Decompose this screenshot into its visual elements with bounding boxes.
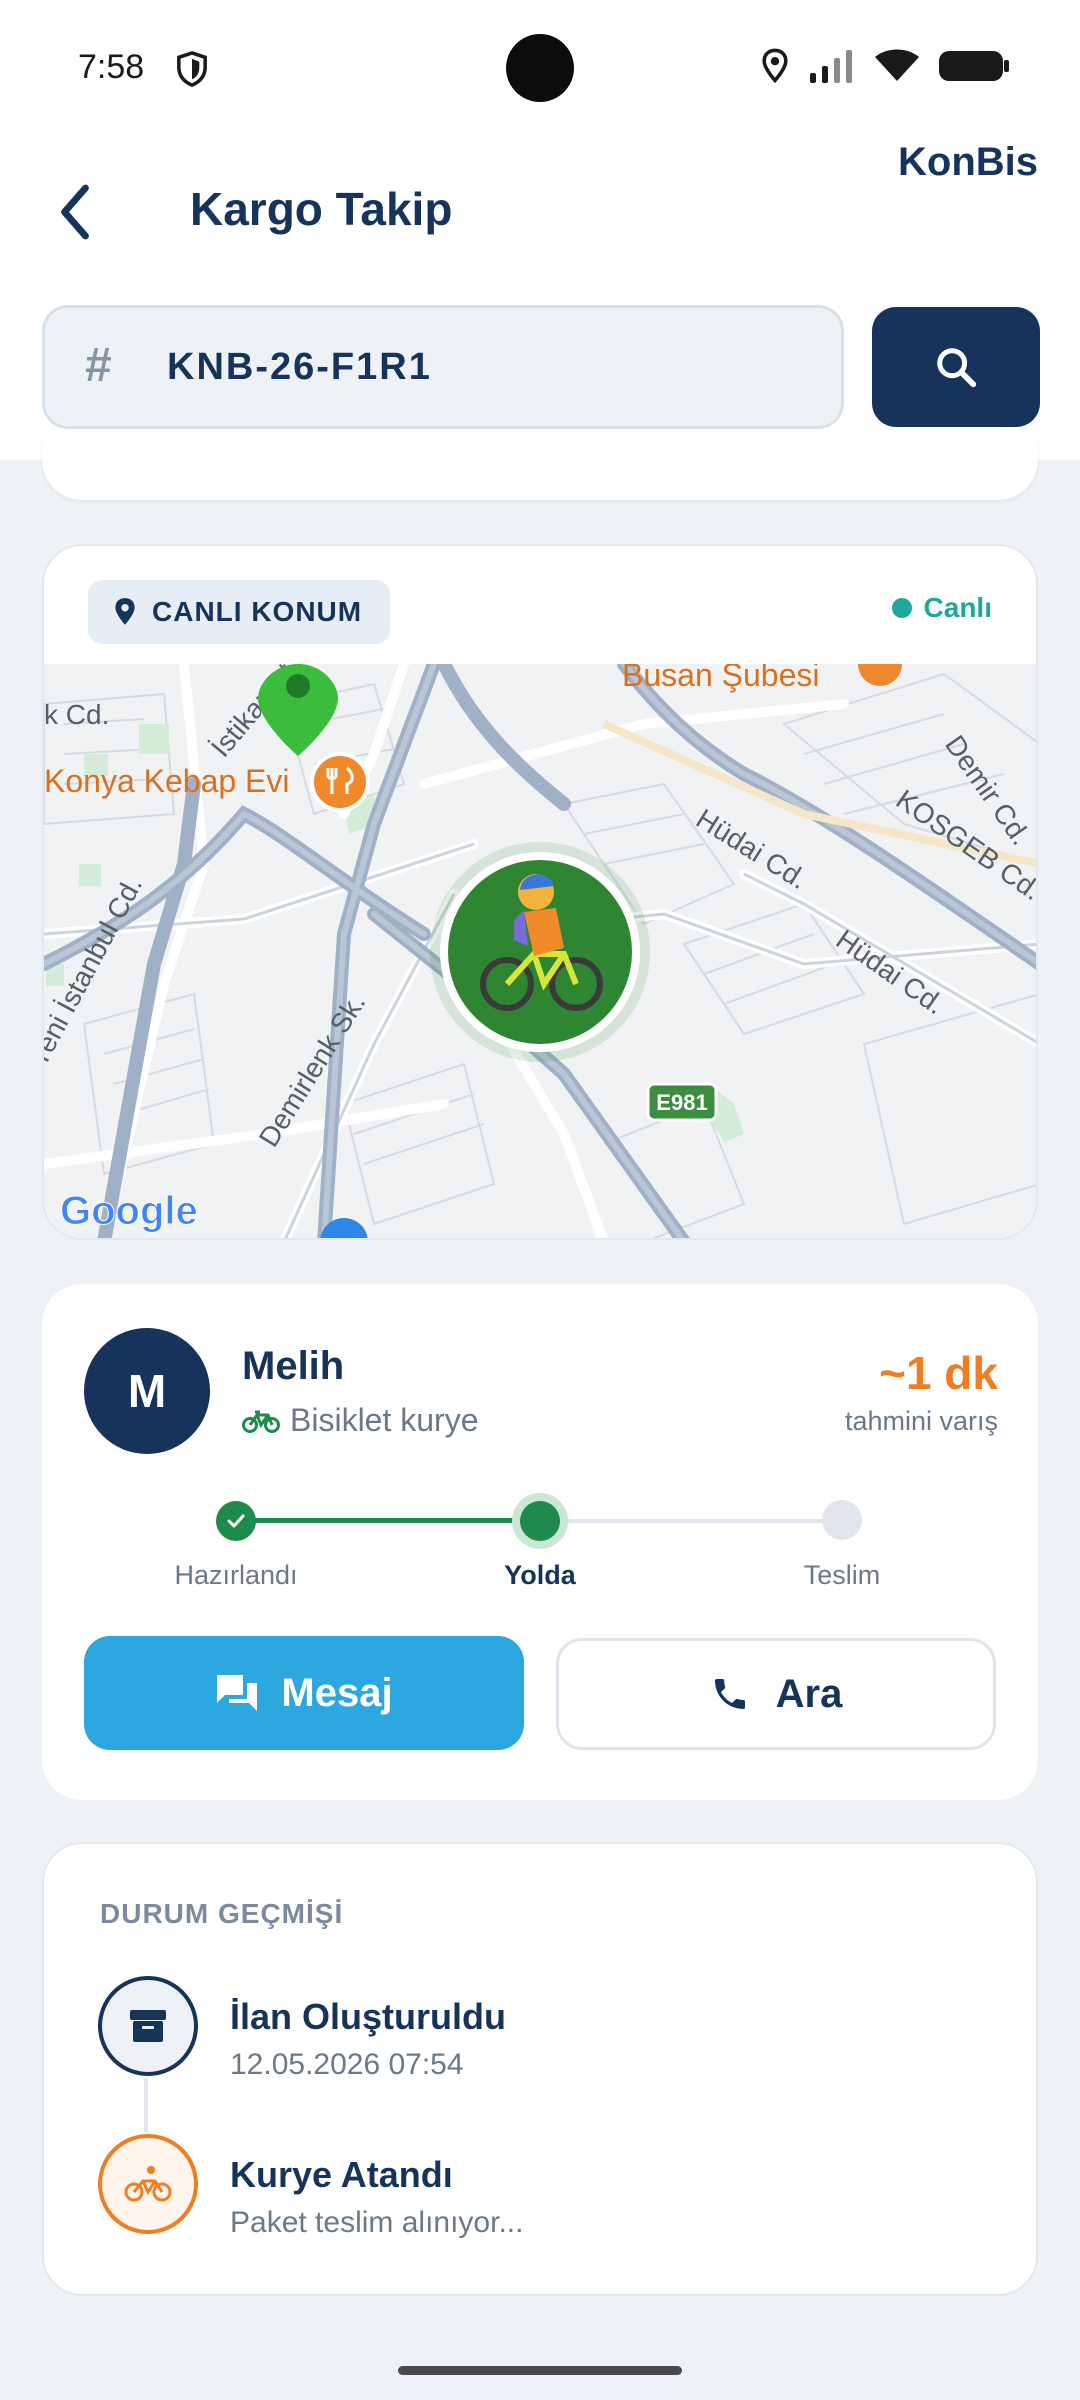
wifi-icon [875, 49, 919, 81]
search-button[interactable] [872, 307, 1040, 427]
restaurant-pin-icon[interactable] [310, 752, 370, 812]
call-button-label: Ara [775, 1671, 843, 1716]
map-label-konya-kebap: Konya Kebap Evi [44, 763, 290, 799]
hash-icon: # [85, 339, 112, 392]
history-item-subtitle: Paket teslim alınıyor... [230, 2206, 524, 2239]
progress-line-pending [540, 1519, 842, 1523]
status-icons [760, 48, 1010, 84]
map-view[interactable]: İstikamet Hüdai Cd. Hüdai Cd. Demir Cd. … [44, 642, 1038, 1240]
road-badge: E981 [646, 1082, 718, 1122]
step-label-delivered: Teslim [803, 1560, 881, 1590]
archive-icon [130, 2010, 166, 2042]
history-item-title: Kurye Atandı [230, 2154, 453, 2195]
status-bar: 7:58 [0, 0, 1080, 130]
history-item-title: İlan Oluşturuldu [230, 1996, 506, 2037]
home-indicator[interactable] [398, 2366, 682, 2375]
back-arrow-icon[interactable] [50, 182, 100, 242]
live-status: Canlı [891, 592, 992, 624]
courier-card: M Melih Bisiklet kurye ~1 dk tahmini var… [42, 1284, 1038, 1800]
shield-icon [177, 51, 207, 87]
previous-card-edge [42, 440, 1038, 500]
step-label-prepared: Hazırlandı [174, 1560, 298, 1590]
courier-type-label: Bisiklet kurye [290, 1402, 479, 1438]
courier-type: Bisiklet kurye [242, 1402, 479, 1439]
courier-marker[interactable] [430, 842, 650, 1062]
camera-cutout [506, 34, 574, 102]
progress-line-done [236, 1518, 540, 1523]
message-button[interactable]: Mesaj [84, 1636, 524, 1750]
history-item-icon-created [98, 1976, 198, 2076]
road-badge-label: E981 [656, 1090, 707, 1115]
location-status-icon [762, 48, 788, 84]
location-pin-icon [115, 598, 135, 625]
step-label-on-the-way: Yolda [504, 1560, 576, 1590]
status-history-card: DURUM GEÇMİŞİ İlan Oluşturuldu 12.05.202… [42, 1842, 1038, 2296]
map-canvas[interactable]: İstikamet Hüdai Cd. Hüdai Cd. Demir Cd. … [44, 642, 1038, 1240]
bicycle-icon [242, 1410, 280, 1433]
live-location-card: CANLI KONUM Canlı İstikamet Hüdai Cd. Hü… [42, 544, 1038, 1240]
chat-icon [217, 1675, 258, 1711]
signal-icon [810, 50, 852, 83]
history-item-subtitle: 12.05.2026 07:54 [230, 2048, 464, 2081]
eta-value: ~1 dk [879, 1347, 998, 1399]
brand-logo-text: KonBis [898, 140, 1038, 184]
live-dot-icon [891, 598, 912, 618]
page-title: Kargo Takip [190, 183, 453, 235]
eta-label: tahmini varış [844, 1406, 998, 1436]
status-time: 7:58 [78, 48, 145, 86]
phone-icon [714, 1679, 745, 1709]
map-label-busan: Busan Şubesi [622, 664, 819, 693]
step-current-dot [512, 1493, 568, 1549]
message-button-label: Mesaj [281, 1670, 393, 1715]
history-item-icon-assigned [98, 2134, 198, 2234]
map-label-k-cd: k Cd. [44, 699, 109, 730]
google-logo: Google [60, 1189, 198, 1233]
bicycle-icon [124, 2166, 172, 2202]
step-done-check-icon [216, 1501, 256, 1541]
history-connector [144, 2078, 148, 2132]
live-status-label: Canlı [923, 592, 992, 623]
live-location-label: CANLI KONUM [152, 596, 363, 627]
history-title: DURUM GEÇMİŞİ [100, 1898, 344, 1929]
live-location-tag: CANLI KONUM [88, 580, 391, 644]
search-icon [937, 348, 977, 388]
courier-name: Melih [242, 1344, 345, 1388]
step-pending-dot [822, 1500, 862, 1540]
battery-icon [939, 51, 1009, 81]
avatar: M [84, 1328, 210, 1454]
tracking-code-input[interactable] [167, 332, 807, 402]
call-button[interactable]: Ara [556, 1638, 996, 1750]
progress-steps: Hazırlandı Yolda Teslim [42, 1488, 1038, 1598]
tracking-search-box[interactable]: # [42, 305, 844, 429]
app-header: Kargo Takip KonBis # [0, 130, 1080, 460]
